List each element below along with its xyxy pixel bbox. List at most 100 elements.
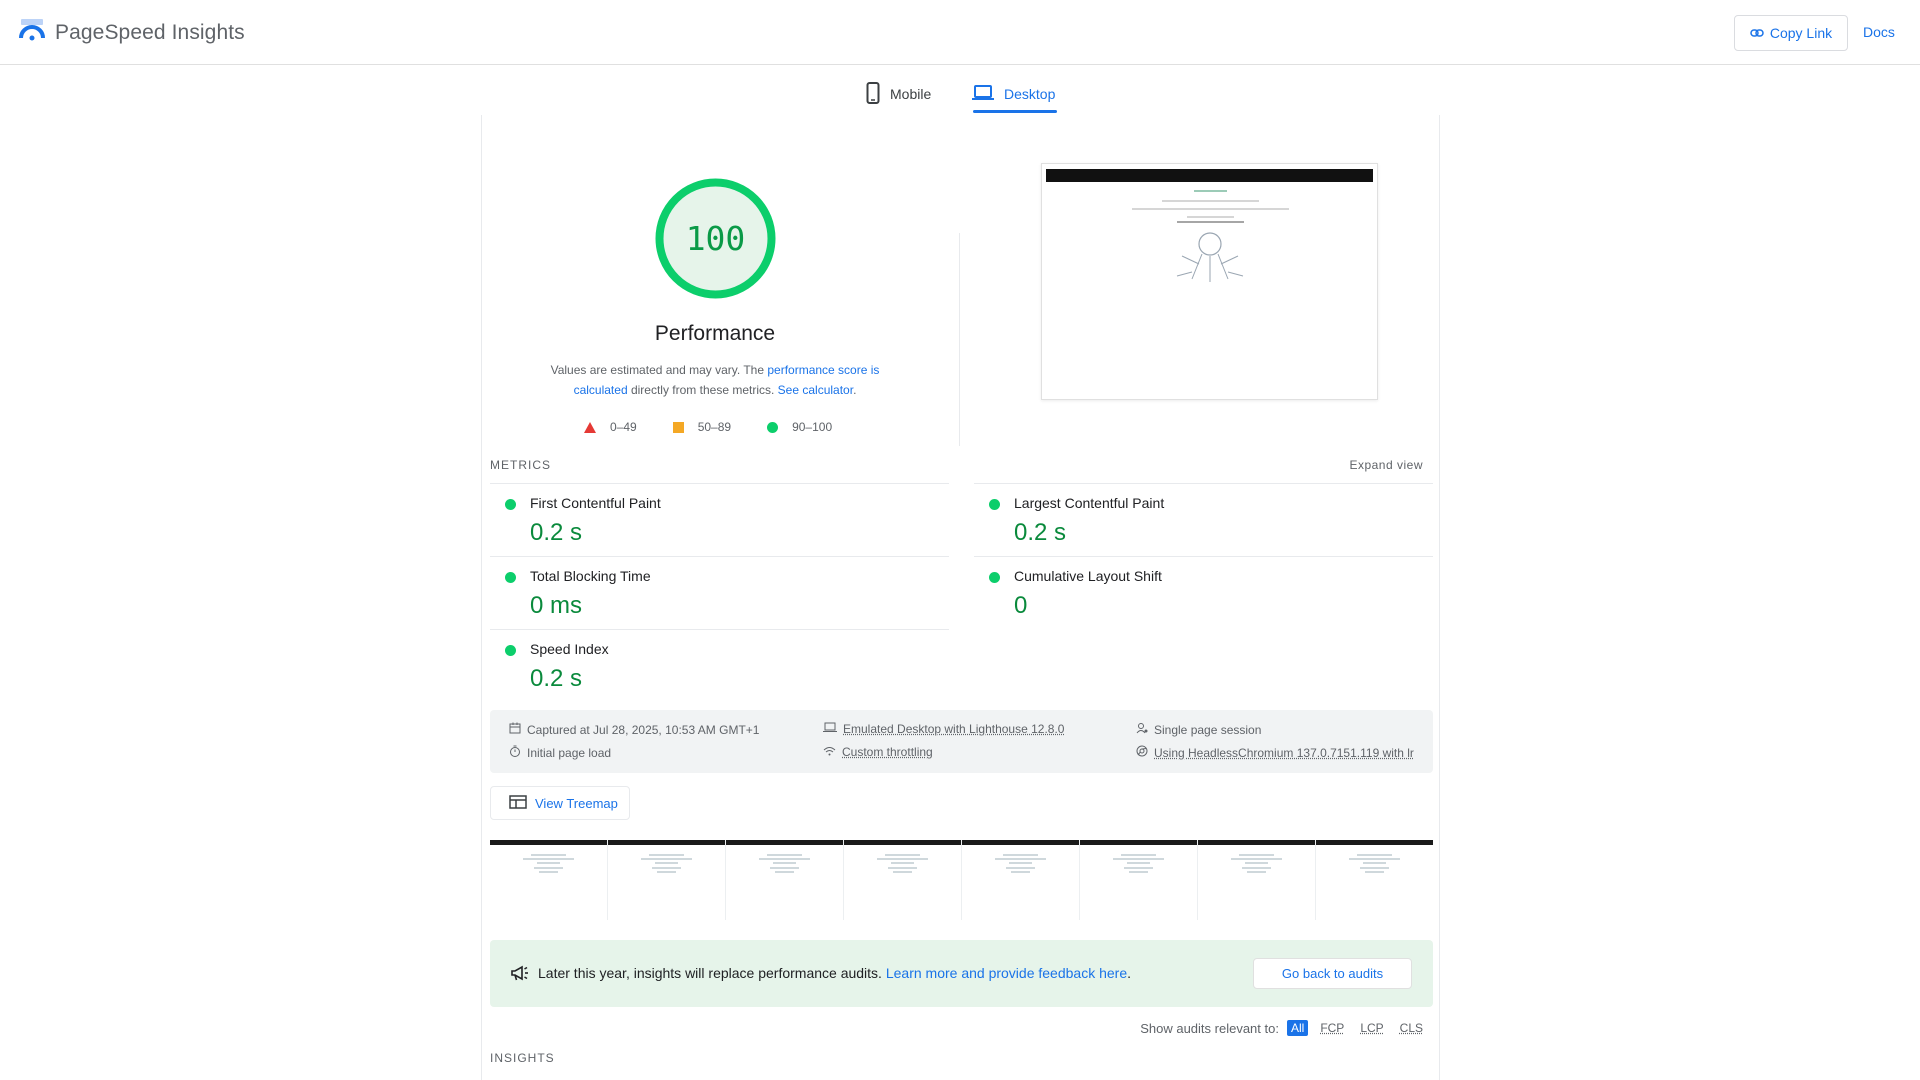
frame-content-line <box>1242 867 1271 869</box>
frame-content-line <box>893 871 912 873</box>
score-legend: 0–49 50–89 90–100 <box>584 420 832 434</box>
capture-time-text: Captured at Jul 28, 2025, 10:53 AM GMT+1 <box>527 722 760 737</box>
frame-content-line <box>1008 862 1033 864</box>
frame-header-bar <box>1080 840 1197 845</box>
go-back-to-audits-button[interactable]: Go back to audits <box>1253 958 1412 989</box>
frame-content-line <box>1112 858 1165 860</box>
audit-filter: Show audits relevant to: All FCP LCP CLS <box>1140 1020 1427 1036</box>
frame-content-line <box>648 854 685 856</box>
filmstrip-frame[interactable] <box>1197 840 1315 920</box>
filmstrip-frame[interactable] <box>1079 840 1197 920</box>
frame-content-line <box>652 867 681 869</box>
frame-content-line <box>766 854 803 856</box>
description-text-3: . <box>853 383 857 397</box>
load-type: Initial page load <box>509 745 611 760</box>
metric-lcp: Largest Contentful Paint 0.2 s <box>974 483 1433 556</box>
frame-content-line <box>1360 867 1389 869</box>
filmstrip-frame[interactable] <box>961 840 1079 920</box>
notice-message: Later this year, insights will replace p… <box>538 965 886 981</box>
docs-link[interactable]: Docs <box>1863 24 1895 40</box>
frame-content-line <box>1006 867 1035 869</box>
performance-title: Performance <box>654 322 776 345</box>
emulation-text: Emulated Desktop with Lighthouse 12.8.0 <box>843 722 1065 736</box>
frame-content-line <box>1129 871 1148 873</box>
frame-content-line <box>1348 858 1401 860</box>
frame-content-line <box>534 867 563 869</box>
frame-content-line <box>1124 867 1153 869</box>
metric-value: 0 ms <box>530 592 583 619</box>
triangle-icon <box>584 421 596 433</box>
legend-fail: 0–49 <box>584 420 637 434</box>
frame-content-line <box>770 867 799 869</box>
metric-name: Largest Contentful Paint <box>1014 495 1165 511</box>
square-icon <box>672 421 684 433</box>
filter-fcp[interactable]: FCP <box>1316 1020 1348 1036</box>
metric-name: First Contentful Paint <box>530 495 661 511</box>
filmstrip-frame[interactable] <box>843 840 961 920</box>
frame-content-line <box>775 871 794 873</box>
expand-view-toggle[interactable]: Expand view <box>1349 458 1423 472</box>
frame-header-bar <box>1198 840 1315 845</box>
pass-circle-icon <box>989 499 1000 510</box>
frame-content-line <box>1362 862 1387 864</box>
frame-header-bar <box>608 840 725 845</box>
legend-fail-label: 0–49 <box>610 420 637 434</box>
frame-content-line <box>772 862 797 864</box>
frame-content-line <box>888 867 917 869</box>
metric-name: Total Blocking Time <box>530 568 651 584</box>
frame-header-bar <box>1316 840 1433 845</box>
top-bar: PageSpeed Insights Copy Link Docs <box>0 0 1920 65</box>
filter-lcp[interactable]: LCP <box>1356 1020 1387 1036</box>
pagespeed-logo-icon <box>19 18 45 47</box>
brand[interactable]: PageSpeed Insights <box>19 18 245 47</box>
wifi-icon <box>823 745 836 759</box>
tab-desktop[interactable]: Desktop <box>972 77 1055 111</box>
frame-header-bar <box>490 840 607 845</box>
metric-value: 0.2 s <box>530 519 583 546</box>
feedback-link[interactable]: Learn more and provide feedback here <box>886 965 1127 981</box>
timer-icon <box>509 745 521 760</box>
filmstrip-frame[interactable] <box>725 840 843 920</box>
phone-icon <box>866 81 880 107</box>
tab-desktop-label: Desktop <box>1004 86 1056 102</box>
frame-header-bar <box>844 840 961 845</box>
performance-description: Values are estimated and may vary. The p… <box>528 360 902 400</box>
filmstrip-frame[interactable] <box>1315 840 1433 920</box>
frame-content-line <box>1238 854 1275 856</box>
view-treemap-button[interactable]: View Treemap <box>490 786 630 820</box>
user-session-icon <box>1136 722 1148 737</box>
insights-notice: Later this year, insights will replace p… <box>490 940 1433 1007</box>
capture-time: Captured at Jul 28, 2025, 10:53 AM GMT+1 <box>509 722 759 737</box>
frame-content-line <box>1365 871 1384 873</box>
metrics-section-label: METRICS <box>490 458 551 472</box>
frame-content-line <box>530 854 567 856</box>
screenshot-content <box>1132 190 1289 282</box>
treemap-icon <box>509 794 527 812</box>
pass-circle-icon <box>505 572 516 583</box>
final-screenshot[interactable] <box>1041 163 1378 400</box>
active-tab-indicator <box>973 110 1057 113</box>
filmstrip-frame[interactable] <box>490 840 607 920</box>
metric-name: Cumulative Layout Shift <box>1014 568 1162 584</box>
filter-all[interactable]: All <box>1286 1020 1309 1036</box>
filter-cls[interactable]: CLS <box>1396 1020 1427 1036</box>
frame-content-line <box>1126 862 1151 864</box>
metric-value: 0.2 s <box>1014 519 1067 546</box>
legend-pass: 90–100 <box>767 420 832 434</box>
link-icon <box>1750 25 1764 41</box>
frame-content-line <box>884 854 921 856</box>
frame-content-line <box>876 858 929 860</box>
calendar-icon <box>509 722 521 737</box>
app-title: PageSpeed Insights <box>55 20 245 44</box>
metric-tbt: Total Blocking Time 0 ms <box>490 556 949 629</box>
throttling-info[interactable]: Custom throttling <box>823 745 933 759</box>
copy-link-button[interactable]: Copy Link <box>1734 15 1848 51</box>
tab-mobile[interactable]: Mobile <box>866 77 931 111</box>
runtime-settings: Captured at Jul 28, 2025, 10:53 AM GMT+1… <box>490 710 1433 773</box>
see-calculator-link[interactable]: See calculator <box>778 383 853 397</box>
filmstrip-frame[interactable] <box>607 840 725 920</box>
browser-info[interactable]: Using HeadlessChromium 137.0.7151.119 wi… <box>1136 745 1426 760</box>
frame-header-bar <box>726 840 843 845</box>
emulation-info[interactable]: Emulated Desktop with Lighthouse 12.8.0 <box>823 722 1064 736</box>
frame-content-line <box>1356 854 1393 856</box>
